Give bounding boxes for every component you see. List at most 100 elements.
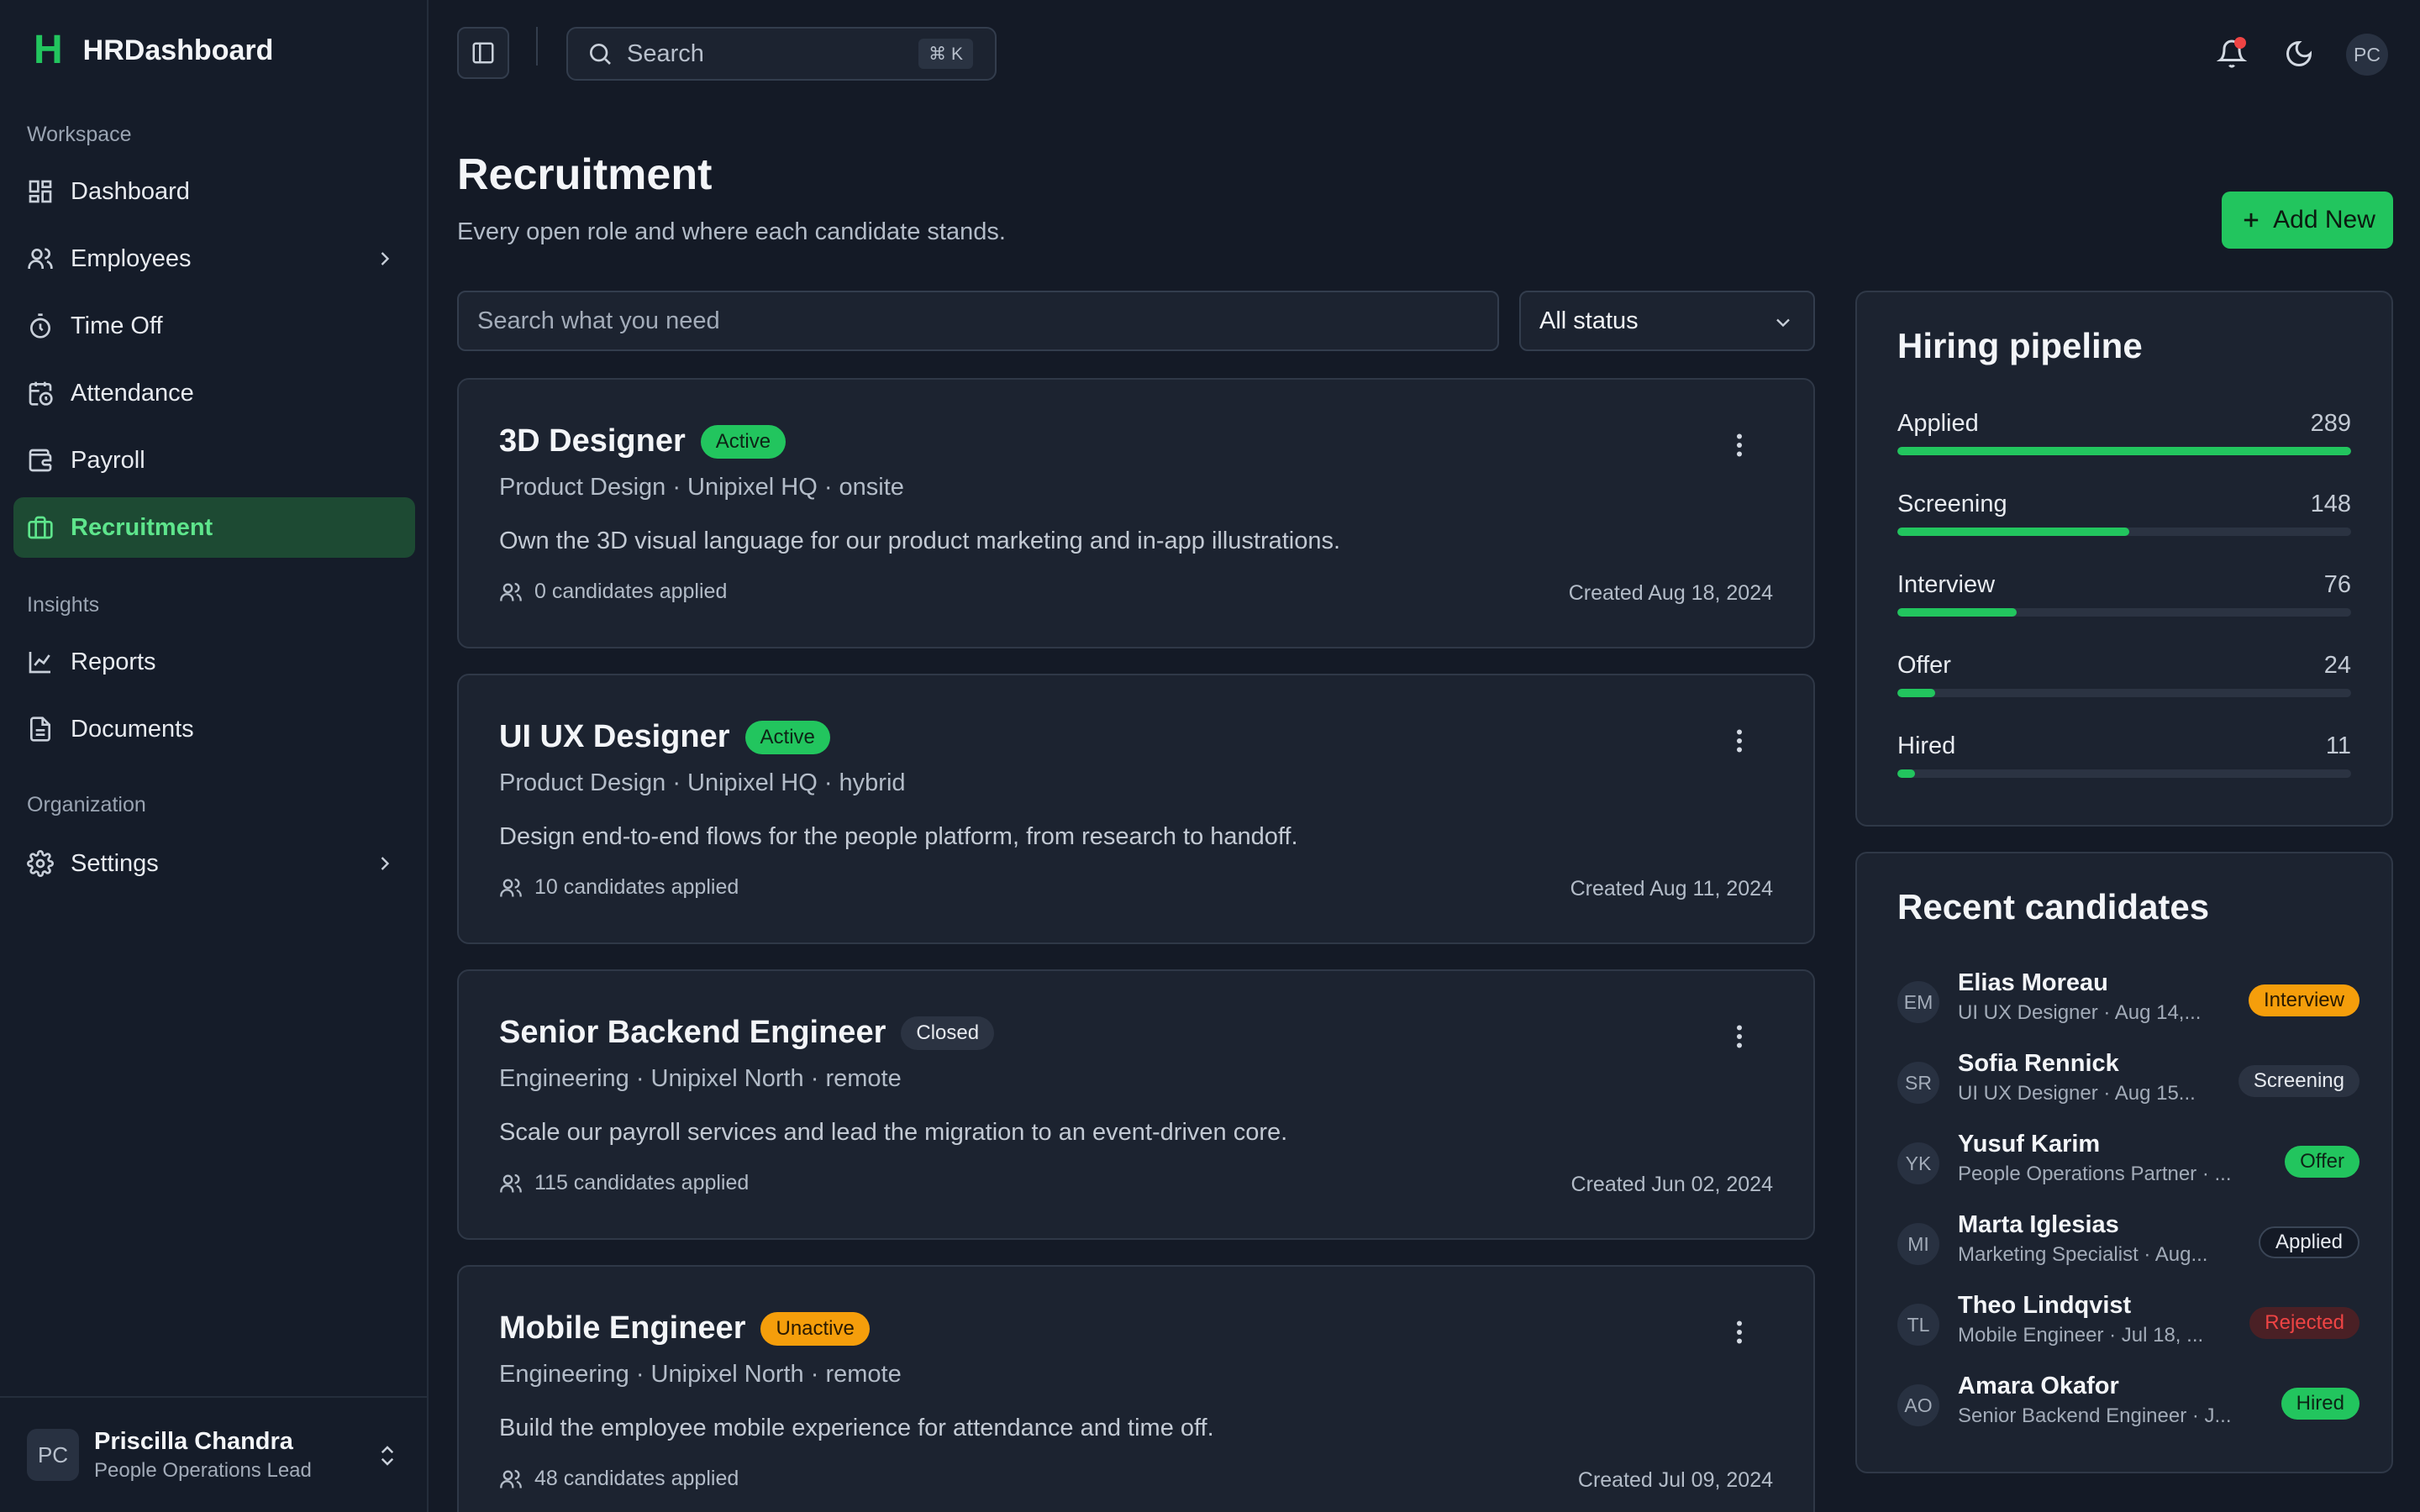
status-badge: Offer [2285, 1146, 2360, 1178]
stage-label: Interview [1897, 571, 1996, 598]
sidebar-item-documents[interactable]: Documents [13, 699, 415, 759]
divider [536, 27, 538, 66]
candidate-count-label: 115 candidates applied [534, 1171, 750, 1194]
sidebar-item-reports[interactable]: Reports [13, 632, 415, 692]
chevron-right-icon [381, 252, 390, 265]
section-label-insights: Insights [27, 593, 100, 617]
job-title: Mobile Engineer [499, 1310, 746, 1346]
candidate-details: Senior Backend Engineer · J... [1958, 1404, 2232, 1427]
stage-track [1897, 608, 2351, 617]
stage-fill [1897, 528, 2130, 536]
section-label-workspace: Workspace [27, 123, 132, 146]
sidebar-item-employees[interactable]: Employees [13, 228, 415, 289]
briefcase-icon [28, 516, 53, 539]
candidate-details: UI UX Designer · Aug 14,... [1958, 1001, 2202, 1024]
add-new-label: Add New [2273, 206, 2375, 234]
stage-fill [1897, 769, 1915, 778]
job-description: Design end-to-end flows for the people p… [499, 823, 1298, 850]
candidate-details: Mobile Engineer · Jul 18, ... [1958, 1324, 2204, 1347]
sidebar-item-label: Employees [71, 244, 192, 272]
brand[interactable]: H HRDashboard [34, 30, 273, 71]
candidate-row[interactable]: EM Elias Moreau UI UX Designer · Aug 14,… [1897, 969, 2360, 1030]
candidate-name: Elias Moreau [1958, 969, 2108, 996]
job-search-input[interactable]: Search what you need [457, 291, 1499, 351]
pipeline-stage: Hired 11 [1897, 732, 2351, 778]
candidate-row[interactable]: SR Sofia Rennick UI UX Designer · Aug 15… [1897, 1050, 2360, 1110]
status-badge: Applied [2258, 1226, 2360, 1258]
sidebar-item-attendance[interactable]: Attendance [13, 363, 415, 423]
stage-value: 289 [2310, 410, 2351, 437]
pipeline-stage: Offer 24 [1897, 652, 2351, 697]
user-role: People Operations Lead [94, 1458, 312, 1482]
more-vertical-icon[interactable] [1724, 1317, 1754, 1347]
candidate-count: 115 candidates applied [499, 1171, 749, 1195]
status-badge: Rejected [2249, 1307, 2360, 1339]
sidebar-item-payroll[interactable]: Payroll [13, 430, 415, 491]
status-badge: Hired [2281, 1388, 2360, 1420]
status-select-value: All status [1539, 307, 1639, 334]
candidate-details: People Operations Partner · ... [1958, 1163, 2232, 1185]
candidate-row[interactable]: YK Yusuf Karim People Operations Partner… [1897, 1131, 2360, 1191]
job-card[interactable]: 3D Designer Active Product Design · Unip… [457, 378, 1815, 648]
candidate-count: 48 candidates applied [499, 1467, 739, 1491]
sidebar-toggle-icon [472, 42, 494, 64]
more-vertical-icon[interactable] [1724, 1021, 1754, 1052]
users-icon [28, 248, 53, 269]
chevron-down-icon [1776, 318, 1790, 328]
candidate-row[interactable]: MI Marta Iglesias Marketing Specialist ·… [1897, 1211, 2360, 1272]
add-new-button[interactable]: Add New [2222, 192, 2393, 249]
more-vertical-icon[interactable] [1724, 726, 1754, 756]
avatar: TL [1897, 1304, 1939, 1346]
job-card[interactable]: Senior Backend Engineer Closed Engineeri… [457, 969, 1815, 1240]
stage-value: 148 [2310, 491, 2351, 517]
user-avatar[interactable]: PC [2346, 34, 2388, 76]
gear-icon [27, 850, 54, 877]
candidate-row[interactable]: TL Theo Lindqvist Mobile Engineer · Jul … [1897, 1292, 2360, 1352]
avatar: YK [1897, 1142, 1939, 1184]
sidebar-item-recruitment[interactable]: Recruitment [13, 497, 415, 558]
sidebar-item-label: Documents [71, 715, 194, 743]
page-title: Recruitment [457, 150, 713, 199]
status-badge: Active [744, 720, 830, 754]
job-meta: Engineering · Unipixel North · remote [499, 1361, 902, 1388]
created-date: Created Aug 18, 2024 [1568, 581, 1773, 605]
pipeline-stage: Screening 148 [1897, 491, 2351, 536]
wallet-icon [29, 449, 52, 472]
search-input[interactable]: Search ⌘ K [566, 27, 997, 81]
hiring-pipeline-panel: Hiring pipeline Applied 289 Screening 14… [1855, 291, 2393, 827]
status-badge: Unactive [760, 1311, 870, 1346]
sidebar-item-dashboard[interactable]: Dashboard [13, 161, 415, 222]
candidate-name: Yusuf Karim [1958, 1131, 2101, 1158]
status-select[interactable]: All status [1519, 291, 1815, 351]
moon-icon[interactable] [2284, 39, 2314, 69]
candidate-row[interactable]: AO Amara Okafor Senior Backend Engineer … [1897, 1373, 2360, 1433]
stage-fill [1897, 447, 2351, 455]
user-switcher[interactable]: PC Priscilla Chandra People Operations L… [0, 1396, 429, 1512]
sidebar-item-label: Dashboard [71, 177, 190, 205]
candidate-count-label: 10 candidates applied [534, 875, 739, 899]
sidebar-toggle-button[interactable] [457, 27, 509, 79]
brand-name: HRDashboard [82, 34, 274, 66]
job-card[interactable]: Mobile Engineer Unactive Engineering · U… [457, 1265, 1815, 1512]
timer-icon [30, 313, 50, 339]
more-vertical-icon[interactable] [1724, 430, 1754, 460]
status-badge: Screening [2238, 1065, 2360, 1097]
created-date: Created Jun 02, 2024 [1570, 1173, 1773, 1196]
users-icon [500, 878, 522, 896]
sidebar: H HRDashboard Workspace Dashboard Employ… [0, 0, 429, 1512]
user-name: Priscilla Chandra [94, 1427, 293, 1455]
recent-candidates-panel: Recent candidates EM Elias Moreau UI UX … [1855, 852, 2393, 1473]
notification-dot [2234, 37, 2246, 49]
sidebar-item-settings[interactable]: Settings [13, 833, 415, 894]
job-card[interactable]: UI UX Designer Active Product Design · U… [457, 674, 1815, 944]
candidate-name: Sofia Rennick [1958, 1050, 2119, 1077]
job-description: Own the 3D visual language for our produ… [499, 528, 1341, 554]
section-label-organization: Organization [27, 793, 146, 816]
sidebar-item-time-off[interactable]: Time Off [13, 296, 415, 356]
candidate-details: Marketing Specialist · Aug... [1958, 1243, 2208, 1266]
users-icon [500, 582, 522, 601]
plus-icon [2244, 213, 2259, 228]
shortcut-hint: ⌘ K [918, 39, 973, 69]
calendar-clock-icon [29, 381, 53, 406]
sidebar-item-label: Time Off [71, 312, 163, 339]
